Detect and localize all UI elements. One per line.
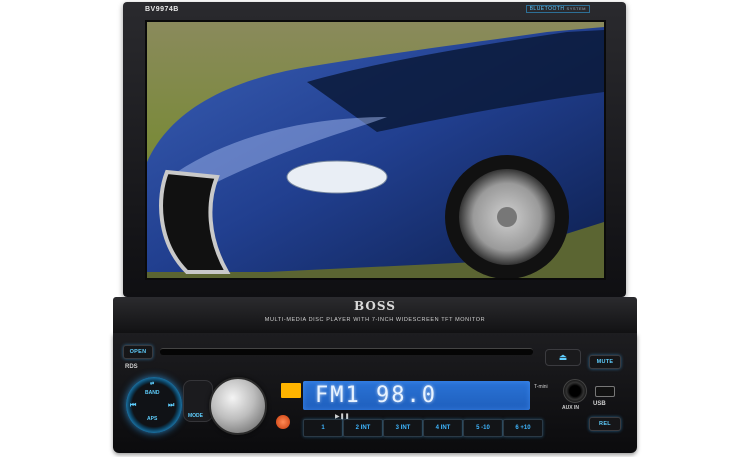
- tmini-label: T-mini: [534, 384, 548, 390]
- faceplate: OPEN ⏏ MUTE REL RDS ⇄ BAND ⏮ ⏭ APS MODE …: [113, 333, 637, 453]
- screen-image: [147, 22, 604, 278]
- bluetooth-label: BLUETOOTH: [529, 6, 565, 12]
- aps-label[interactable]: APS: [147, 416, 157, 422]
- preset-button-6[interactable]: 6 +10: [503, 419, 543, 437]
- display-screen[interactable]: [145, 20, 606, 280]
- faceplate-top: BOSS MULTI-MEDIA DISC PLAYER WITH 7-INCH…: [113, 297, 637, 333]
- preset-button-4[interactable]: 4 INT: [423, 419, 463, 437]
- monitor: BV9974B BLUETOOTH SYSTEM: [123, 2, 626, 297]
- release-button[interactable]: REL: [589, 417, 621, 431]
- eject-icon: ⏏: [558, 352, 568, 362]
- lcd-text: FM1 98.0: [315, 383, 437, 408]
- usb-label: USB: [593, 401, 606, 407]
- headlight: [286, 160, 388, 194]
- aux-jack-icon[interactable]: [563, 379, 587, 403]
- preset-button-1[interactable]: 1: [303, 419, 343, 437]
- power-icon[interactable]: [276, 415, 290, 429]
- preset-button-5[interactable]: 5 -10: [463, 419, 503, 437]
- dolby-badge: [281, 383, 301, 398]
- preset-row: 1 2 INT 3 INT 4 INT 5 -10 6 +10: [303, 419, 583, 437]
- mute-button[interactable]: MUTE: [589, 355, 621, 369]
- aux-label: AUX IN: [562, 405, 579, 411]
- band-label[interactable]: BAND: [145, 390, 159, 396]
- model-label: BV9974B: [145, 6, 179, 13]
- volume-knob[interactable]: [209, 377, 267, 435]
- open-button[interactable]: OPEN: [123, 345, 153, 359]
- preset-button-2[interactable]: 2 INT: [343, 419, 383, 437]
- mode-label: MODE: [188, 413, 203, 419]
- usb-icon[interactable]: [595, 386, 615, 397]
- nav-top-icon: ⇄: [150, 381, 155, 387]
- wheel-hub: [497, 207, 517, 227]
- lcd-display: FM1 98.0: [303, 381, 530, 410]
- disc-slot: [160, 348, 533, 355]
- eject-button[interactable]: ⏏: [545, 349, 581, 366]
- bluetooth-system-label: SYSTEM: [566, 6, 586, 11]
- next-track-icon[interactable]: ⏭: [168, 402, 174, 410]
- brand-logo: BOSS: [354, 299, 396, 313]
- rds-label: RDS: [125, 364, 138, 370]
- preset-button-3[interactable]: 3 INT: [383, 419, 423, 437]
- prev-track-icon[interactable]: ⏮: [130, 402, 136, 410]
- nav-dial[interactable]: ⇄ BAND ⏮ ⏭ APS: [126, 377, 182, 433]
- bluetooth-badge: BLUETOOTH SYSTEM: [525, 5, 590, 13]
- product-tagline: MULTI-MEDIA DISC PLAYER WITH 7-INCH WIDE…: [264, 317, 486, 323]
